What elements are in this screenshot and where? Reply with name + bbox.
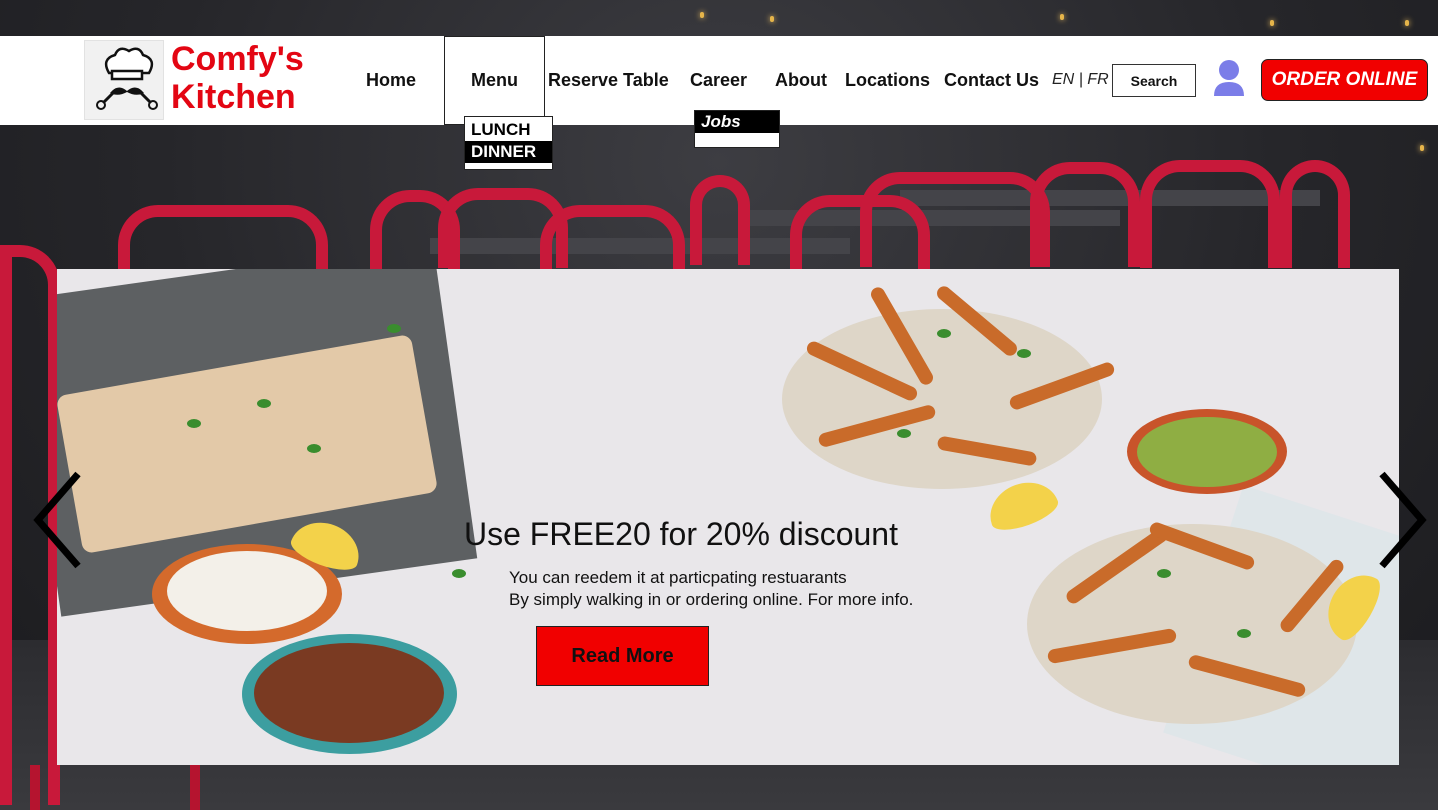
nav-career[interactable]: Career xyxy=(690,69,747,91)
hero-banner: Use FREE20 for 20% discount You can reed… xyxy=(57,269,1399,765)
background-chair xyxy=(690,175,750,265)
background-light xyxy=(700,12,704,18)
nav-about[interactable]: About xyxy=(775,69,827,91)
background-chair xyxy=(1280,160,1350,268)
nav-home[interactable]: Home xyxy=(366,69,416,91)
background-chair xyxy=(1140,160,1280,268)
user-avatar-icon[interactable] xyxy=(1211,58,1247,100)
background-light xyxy=(1405,20,1409,26)
background-chair-leg xyxy=(30,765,40,810)
background-light xyxy=(1420,145,1424,151)
hero-image-herb xyxy=(1017,349,1031,358)
background-light xyxy=(1060,14,1064,20)
background-chair xyxy=(540,205,685,275)
background-chair xyxy=(1030,162,1140,267)
background-light xyxy=(770,16,774,22)
brand-name[interactable]: Comfy's Kitchen xyxy=(171,40,304,116)
search-button[interactable]: Search xyxy=(1112,64,1196,97)
hero-image-herb xyxy=(387,324,401,333)
nav-contact-us[interactable]: Contact Us xyxy=(944,69,1039,91)
hero-description-line1: You can reedem it at particpating restua… xyxy=(509,568,847,587)
background-chair xyxy=(860,172,1050,267)
career-dropdown: Jobs xyxy=(694,110,780,148)
hero-title: Use FREE20 for 20% discount xyxy=(464,516,898,552)
hero-image-guacamole xyxy=(1137,417,1277,487)
carousel-next-icon[interactable] xyxy=(1372,470,1432,570)
carousel-prev-icon[interactable] xyxy=(30,470,90,570)
hero-image-herb xyxy=(307,444,321,453)
nav-menu[interactable]: Menu xyxy=(471,69,518,91)
hero-image-herb xyxy=(187,419,201,428)
nav-reserve-table[interactable]: Reserve Table xyxy=(548,69,669,91)
hero-image-beans xyxy=(254,643,444,743)
hero-description: You can reedem it at particpating restua… xyxy=(509,567,913,611)
hero-image-fries-plate-2 xyxy=(1027,524,1357,724)
read-more-button[interactable]: Read More xyxy=(536,626,709,686)
background-light xyxy=(1270,20,1274,26)
menu-dropdown-lunch[interactable]: LUNCH xyxy=(465,119,552,141)
order-online-button[interactable]: ORDER ONLINE xyxy=(1261,59,1428,101)
menu-dropdown: LUNCH DINNER xyxy=(464,116,553,170)
lang-en[interactable]: EN xyxy=(1052,71,1074,88)
brand-name-line1: Comfy's xyxy=(171,40,304,78)
career-dropdown-jobs[interactable]: Jobs xyxy=(695,111,779,133)
menu-dropdown-dinner[interactable]: DINNER xyxy=(465,141,552,163)
hero-image-herb xyxy=(937,329,951,338)
logo[interactable] xyxy=(84,40,164,120)
hero-image-dip xyxy=(167,551,327,631)
nav-locations[interactable]: Locations xyxy=(845,69,930,91)
hero-image-herb xyxy=(1157,569,1171,578)
lang-fr[interactable]: FR xyxy=(1087,71,1108,88)
language-switcher: EN | FR xyxy=(1052,71,1109,89)
hero-image-herb xyxy=(1237,629,1251,638)
hero-description-line2: By simply walking in or ordering online.… xyxy=(509,590,914,609)
hero-image-herb xyxy=(257,399,271,408)
hero-image-herb xyxy=(452,569,466,578)
brand-name-line2: Kitchen xyxy=(171,78,296,116)
hero-image-herb xyxy=(897,429,911,438)
chef-mustache-icon xyxy=(96,47,158,110)
lang-separator: | xyxy=(1078,71,1083,88)
background-chair-leg xyxy=(190,765,200,810)
